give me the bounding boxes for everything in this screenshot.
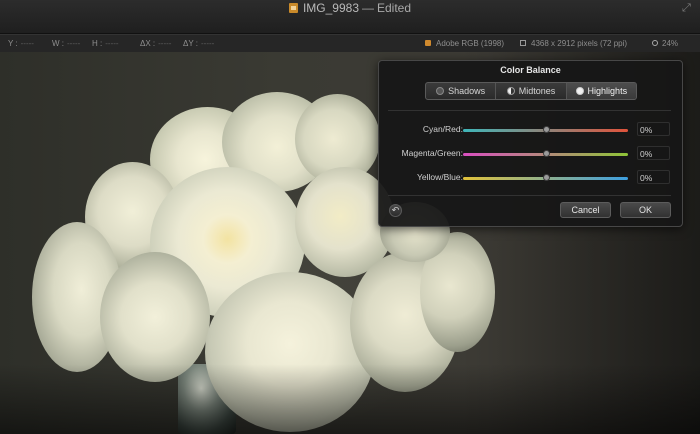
zoom-label: 24% (662, 39, 679, 48)
highlights-icon (575, 87, 584, 95)
image-size-label: 4368 x 2912 pixels (72 ppi) (531, 39, 628, 48)
tab-midtones[interactable]: Midtones (496, 83, 567, 99)
y-readout: Y : ----- (8, 35, 34, 52)
cyan-red-label: Cyan/Red: (422, 124, 463, 134)
color-balance-dialog: Color Balance Shadows Midtones Highlight… (378, 60, 683, 227)
rose (100, 252, 210, 382)
zoom-level[interactable]: 24% (652, 35, 678, 52)
cyan-red-value-field[interactable]: 0% (637, 122, 670, 136)
revert-icon[interactable]: ↶ (389, 204, 402, 217)
color-profile[interactable]: Adobe RGB (1998) (425, 35, 504, 52)
shadows-icon (436, 87, 445, 95)
cyan-red-slider[interactable] (463, 126, 628, 133)
file-name: IMG_9983 (302, 1, 359, 15)
color-profile-icon (425, 40, 431, 46)
dx-value: ----- (158, 39, 172, 48)
w-readout: W : ----- (52, 35, 80, 52)
window-title: IMG_9983— Edited (0, 1, 700, 15)
image-size-icon (520, 40, 526, 46)
midtones-icon (506, 87, 515, 95)
cyan-red-row: Cyan/Red: 0% (388, 122, 671, 138)
y-label: Y : (8, 39, 18, 48)
dy-label: ΔY : (183, 39, 198, 48)
fullscreen-icon[interactable]: ⤢ (682, 3, 692, 14)
magenta-green-row: Magenta/Green: 0% (388, 146, 671, 162)
title-bar: IMG_9983— Edited ⤢ (0, 0, 700, 34)
edit-state: Edited (377, 1, 412, 15)
yellow-blue-slider[interactable] (463, 174, 628, 181)
h-value: ----- (105, 39, 119, 48)
tab-shadows[interactable]: Shadows (426, 83, 497, 99)
yellow-blue-label: Yellow/Blue: (417, 172, 463, 182)
yellow-blue-slider-thumb[interactable] (542, 174, 550, 181)
title-separator: — (362, 1, 374, 15)
h-readout: H : ----- (92, 35, 119, 52)
color-profile-label: Adobe RGB (1998) (436, 39, 505, 48)
y-value: ----- (20, 39, 34, 48)
magenta-green-slider[interactable] (463, 150, 628, 157)
cyan-red-slider-thumb[interactable] (542, 126, 550, 133)
tab-shadows-label: Shadows (448, 86, 486, 96)
dialog-title: Color Balance (500, 65, 561, 75)
w-label: W : (52, 39, 64, 48)
sliders-panel: Cyan/Red: 0% Magenta/Green: 0% Yellow/Bl… (388, 110, 671, 196)
magenta-green-label: Magenta/Green: (401, 148, 463, 158)
yellow-blue-row: Yellow/Blue: 0% (388, 170, 671, 186)
w-value: ----- (67, 39, 81, 48)
dy-readout: ΔY : ----- (183, 35, 214, 52)
yellow-blue-value-field[interactable]: 0% (637, 170, 670, 184)
cancel-button[interactable]: Cancel (560, 202, 611, 218)
ok-button[interactable]: OK (620, 202, 671, 218)
tab-highlights[interactable]: Highlights (566, 83, 636, 99)
dy-value: ----- (200, 39, 215, 48)
image-file-icon (288, 3, 298, 13)
dx-readout: ΔX : ----- (140, 35, 171, 52)
magenta-green-value-field[interactable]: 0% (637, 146, 670, 160)
info-bar: Y : ----- W : ----- H : ----- ΔX : ----- ΔY … (0, 34, 700, 53)
h-label: H : (92, 39, 103, 48)
tab-midtones-label: Midtones (518, 86, 556, 96)
zoom-icon (652, 40, 658, 46)
tab-highlights-label: Highlights (587, 86, 628, 96)
image-size[interactable]: 4368 x 2912 pixels (72 ppi) (520, 35, 627, 52)
magenta-green-slider-thumb[interactable] (542, 150, 550, 157)
dx-label: ΔX : (140, 39, 156, 48)
background-shade-bottom (0, 364, 700, 434)
tone-range-selector: Shadows Midtones Highlights (425, 82, 637, 100)
